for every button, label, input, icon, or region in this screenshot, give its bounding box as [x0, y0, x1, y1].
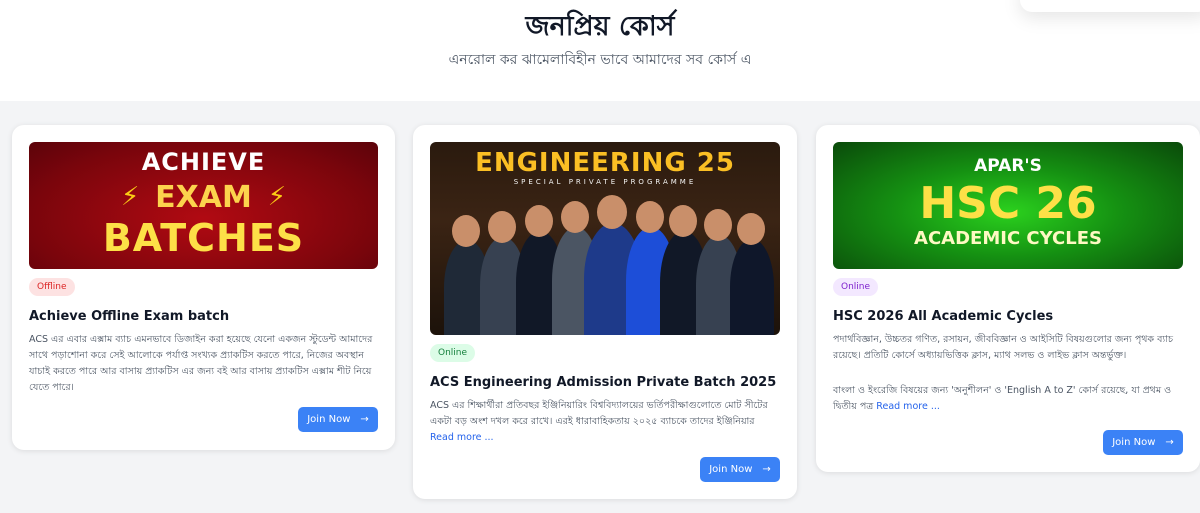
arrow-right-icon: →: [762, 464, 771, 475]
teachers-group-photo: [438, 185, 774, 335]
lightning-icon: ⚡: [267, 182, 286, 212]
course-banner-image[interactable]: APAR'S HSC 26 ACADEMIC CYCLES: [833, 142, 1183, 269]
join-now-label: Join Now: [307, 414, 351, 425]
course-card-engineering[interactable]: ENGINEERING 25 SPECIAL PRIVATE PROGRAMME: [413, 125, 797, 499]
join-now-button[interactable]: Join Now →: [700, 457, 780, 482]
section-title: জনপ্রিয় কোর্স: [525, 11, 675, 42]
mode-badge: Online: [833, 278, 879, 296]
section-subtitle: এনরোল কর ঝামেলাবিহীন ভাবে আমাদের সব কোর্…: [448, 52, 752, 68]
courses-section: ACHIEVE ⚡ EXAM ⚡ BATCHES Offline Achieve…: [0, 101, 1200, 513]
course-title[interactable]: HSC 2026 All Academic Cycles: [833, 309, 1053, 324]
read-more-link[interactable]: Read more ...: [430, 432, 494, 443]
course-title[interactable]: Achieve Offline Exam batch: [29, 309, 229, 324]
join-now-button[interactable]: Join Now →: [298, 407, 378, 432]
course-card-achieve[interactable]: ACHIEVE ⚡ EXAM ⚡ BATCHES Offline Achieve…: [12, 125, 395, 450]
banner-text-batches: BATCHES: [102, 216, 305, 260]
section-header: জনপ্রিয় কোর্স এনরোল কর ঝামেলাবিহীন ভাবে…: [0, 0, 1200, 101]
arrow-right-icon: →: [1165, 437, 1174, 448]
banner-text-achieve: ACHIEVE: [141, 148, 266, 176]
read-more-link[interactable]: Read more ...: [876, 401, 940, 412]
course-title[interactable]: ACS Engineering Admission Private Batch …: [430, 375, 776, 390]
mode-badge: Online: [430, 344, 476, 362]
join-now-button[interactable]: Join Now →: [1103, 430, 1183, 455]
course-banner-image[interactable]: ENGINEERING 25 SPECIAL PRIVATE PROGRAMME: [430, 142, 780, 335]
course-card-hsc[interactable]: APAR'S HSC 26 ACADEMIC CYCLES Online HSC…: [816, 125, 1200, 472]
course-description: ACS এর এবার এক্সাম ব্যাচ এমনভাবে ডিজাইন …: [29, 334, 373, 393]
mode-badge: Offline: [29, 278, 75, 296]
course-description: ACS এর শিক্ষার্থীরা প্রতিবছর ইঞ্জিনিয়ার…: [430, 398, 780, 446]
banner-text-academic-cycles: ACADEMIC CYCLES: [914, 228, 1102, 249]
join-now-label: Join Now: [1112, 437, 1156, 448]
course-description-text: ACS এর শিক্ষার্থীরা প্রতিবছর ইঞ্জিনিয়ার…: [430, 400, 768, 427]
course-description: পদার্থবিজ্ঞান, উচ্চতর গণিত, রসায়ন, জীবব…: [833, 334, 1174, 361]
banner-text-exam: EXAM: [155, 180, 252, 215]
join-now-label: Join Now: [709, 464, 753, 475]
arrow-right-icon: →: [360, 414, 369, 425]
banner-text-apar: APAR'S: [974, 156, 1042, 176]
banner-text-hsc: HSC 26: [919, 178, 1097, 229]
banner-text-engineering: ENGINEERING 25: [475, 148, 735, 178]
course-banner-image[interactable]: ACHIEVE ⚡ EXAM ⚡ BATCHES: [29, 142, 378, 269]
course-description-extra: বাংলা ও ইংরেজি বিষয়ের জন্য 'অনুশীলন' ও …: [833, 383, 1183, 415]
